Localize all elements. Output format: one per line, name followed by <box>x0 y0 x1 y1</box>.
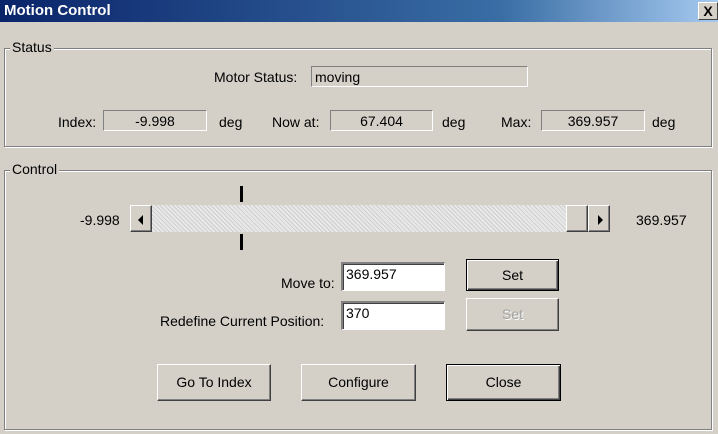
close-icon[interactable]: X <box>698 2 718 20</box>
slider-left-button[interactable] <box>130 205 152 232</box>
now-at-unit: deg <box>442 114 466 130</box>
now-at-label: Now at: <box>272 114 320 130</box>
arrow-right-icon <box>598 215 603 225</box>
redefine-position-input[interactable]: 370 <box>341 301 445 330</box>
now-at-value: 67.404 <box>330 110 433 131</box>
status-group <box>4 48 712 147</box>
index-value: -9.998 <box>103 110 207 131</box>
control-legend: Control <box>10 161 60 177</box>
max-unit: deg <box>652 114 676 130</box>
motor-status-value: moving <box>311 66 528 87</box>
move-to-label: Move to: <box>281 275 335 291</box>
go-to-index-button[interactable]: Go To Index <box>157 364 271 401</box>
position-slider[interactable] <box>130 205 610 232</box>
window-title: Motion Control <box>4 2 111 19</box>
max-label: Max: <box>501 114 532 130</box>
max-value: 369.957 <box>541 110 645 131</box>
index-label: Index: <box>58 114 97 130</box>
redefine-position-label: Redefine Current Position: <box>160 313 325 329</box>
title-bar[interactable]: Motion Control X <box>0 0 718 22</box>
move-to-input[interactable]: 369.957 <box>341 262 445 291</box>
index-unit: deg <box>219 114 243 130</box>
close-button[interactable]: Close <box>446 364 561 401</box>
slider-right-button[interactable] <box>588 205 610 232</box>
slider-min-label: -9.998 <box>80 212 120 228</box>
redefine-set-button[interactable]: Set <box>466 298 559 331</box>
configure-button[interactable]: Configure <box>301 364 416 401</box>
motor-status-label: Motor Status: <box>214 69 298 85</box>
move-to-set-button[interactable]: Set <box>466 259 559 291</box>
slider-max-label: 369.957 <box>636 212 687 228</box>
slider-thumb[interactable] <box>566 205 588 232</box>
current-position-marker-top <box>240 186 243 202</box>
status-legend: Status <box>10 39 54 55</box>
current-position-marker-bottom <box>240 234 243 250</box>
arrow-left-icon <box>138 215 143 225</box>
slider-track[interactable] <box>152 205 588 232</box>
